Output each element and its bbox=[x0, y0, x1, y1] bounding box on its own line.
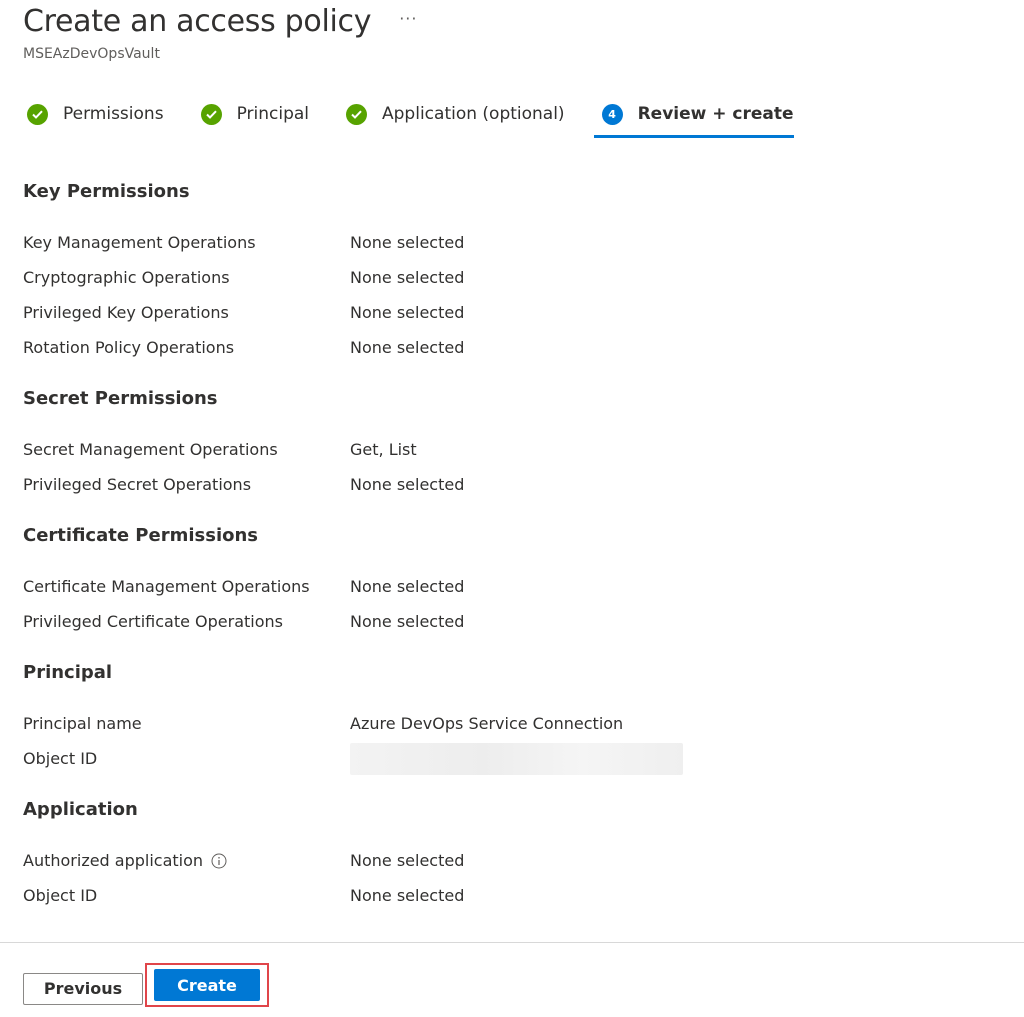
row-label: Key Management Operations bbox=[23, 233, 256, 252]
step-label: Permissions bbox=[63, 104, 164, 124]
row-label-wrap: Authorized application bbox=[23, 851, 350, 870]
row-value: None selected bbox=[350, 233, 465, 252]
section-heading-secret-permissions: Secret Permissions bbox=[23, 388, 218, 409]
row-value: None selected bbox=[350, 303, 465, 322]
review-row: Privileged Key Operations None selected bbox=[23, 295, 1003, 330]
create-highlight: Create bbox=[145, 963, 269, 1007]
row-label: Object ID bbox=[23, 886, 98, 905]
review-row: Authorized application None selected bbox=[23, 843, 1003, 878]
checkmark-circle-icon bbox=[27, 104, 48, 125]
previous-button[interactable]: Previous bbox=[23, 972, 143, 1005]
step-permissions[interactable]: Permissions bbox=[27, 99, 164, 139]
row-value: None selected bbox=[350, 886, 465, 905]
review-row: Certificate Management Operations None se… bbox=[23, 569, 1003, 604]
checkmark-circle-icon bbox=[200, 104, 222, 125]
step-application[interactable]: Application (optional) bbox=[346, 99, 565, 139]
review-row: Privileged Certificate Operations None se… bbox=[23, 604, 1003, 639]
row-label: Privileged Key Operations bbox=[23, 303, 229, 322]
section-heading-certificate-permissions: Certificate Permissions bbox=[23, 525, 259, 546]
row-label: Authorized application bbox=[23, 851, 204, 870]
row-label: Privileged Certificate Operations bbox=[23, 612, 283, 631]
step-label: Principal bbox=[236, 104, 310, 124]
step-label: Application (optional) bbox=[382, 104, 565, 124]
review-row: Principal name Azure DevOps Service Conne… bbox=[23, 706, 1003, 741]
wizard-steps: Permissions Principal Application (optio… bbox=[27, 99, 831, 139]
row-value: None selected bbox=[350, 612, 465, 631]
review-row: Privileged Secret Operations None selecte… bbox=[23, 467, 1003, 502]
step-label: Review + create bbox=[637, 104, 794, 124]
row-label: Principal name bbox=[23, 714, 142, 733]
review-row: Object ID bbox=[23, 741, 1003, 776]
more-actions-icon[interactable]: ··· bbox=[399, 9, 417, 28]
step-review-create[interactable]: 4 Review + create bbox=[593, 99, 794, 139]
row-value: None selected bbox=[350, 475, 465, 494]
review-row: Cryptographic Operations None selected bbox=[23, 260, 1003, 295]
row-value: None selected bbox=[350, 577, 465, 596]
footer-actions: Previous Create bbox=[23, 963, 269, 1007]
checkmark-circle-icon bbox=[346, 104, 368, 125]
row-value: None selected bbox=[350, 851, 465, 870]
section-heading-application: Application bbox=[23, 799, 138, 820]
row-label: Cryptographic Operations bbox=[23, 268, 230, 287]
info-icon[interactable] bbox=[211, 853, 227, 869]
step-principal[interactable]: Principal bbox=[200, 99, 310, 139]
row-label: Secret Management Operations bbox=[23, 440, 278, 459]
row-value: Get, List bbox=[350, 440, 417, 459]
section-heading-principal: Principal bbox=[23, 662, 113, 683]
title-row: Create an access policy ··· bbox=[23, 4, 417, 39]
step-number-badge: 4 bbox=[601, 104, 623, 125]
review-row: Object ID None selected bbox=[23, 878, 1003, 913]
row-label: Object ID bbox=[23, 749, 98, 768]
row-value: Azure DevOps Service Connection bbox=[350, 714, 624, 733]
review-row: Secret Management Operations Get, List bbox=[23, 432, 1003, 467]
review-content: Key Permissions Key Management Operation… bbox=[23, 174, 1003, 929]
review-row: Rotation Policy Operations None selected bbox=[23, 330, 1003, 365]
review-row: Key Management Operations None selected bbox=[23, 225, 1003, 260]
footer-divider bbox=[0, 942, 1024, 943]
section-heading-key-permissions: Key Permissions bbox=[23, 181, 190, 202]
row-value: None selected bbox=[350, 268, 465, 287]
redacted-object-id bbox=[350, 742, 683, 775]
row-label: Certificate Management Operations bbox=[23, 577, 310, 596]
row-label: Rotation Policy Operations bbox=[23, 338, 235, 357]
page-title: Create an access policy bbox=[23, 4, 372, 39]
row-label: Privileged Secret Operations bbox=[23, 475, 252, 494]
create-button[interactable]: Create bbox=[154, 969, 260, 1001]
page-subtitle: MSEAzDevOpsVault bbox=[23, 46, 160, 62]
row-value: None selected bbox=[350, 338, 465, 357]
